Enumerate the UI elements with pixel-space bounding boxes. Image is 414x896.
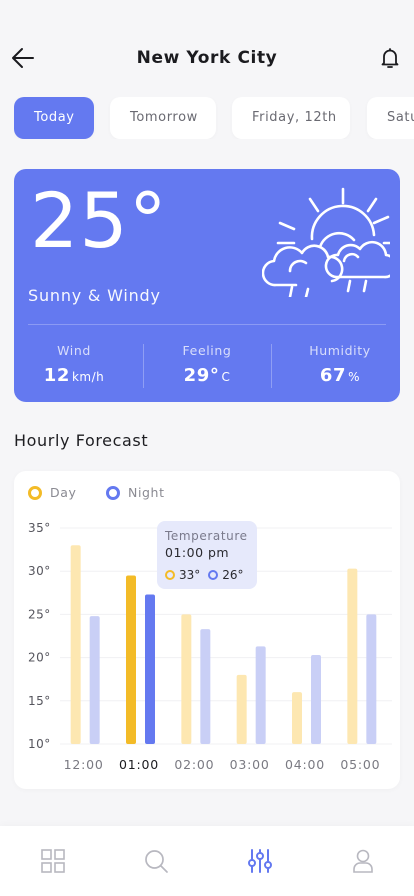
stat-value: 29° C (147, 365, 267, 386)
y-tick-label: 25° (28, 607, 51, 621)
x-tick-label: 12:00 (64, 757, 104, 772)
y-tick-label: 10° (28, 737, 51, 751)
y-tick-label: 35° (28, 521, 51, 535)
stat-unit: C (221, 370, 231, 384)
y-tick-label: 20° (28, 651, 51, 665)
tooltip-values: 33° 26° (165, 568, 249, 582)
hourly-chart-card: Day Night 35° 30° 25° 20° 15° 10° 12:00 01:00 02… (14, 471, 400, 789)
x-tick-label: 03:00 (230, 757, 270, 772)
current-temperature: 25° (30, 176, 168, 265)
nav-profile-button[interactable] (350, 848, 376, 874)
stat-wind: Wind 12 km/h (14, 343, 134, 386)
bell-icon (381, 48, 399, 68)
stat-label: Humidity (309, 343, 371, 358)
bar-night (366, 614, 377, 744)
day-tabs: Today Tomorrow Friday, 12th Saturday (14, 97, 414, 139)
stat-label: Wind (57, 343, 91, 358)
sun-behind-clouds-icon (262, 187, 390, 297)
x-tick-label: 05:00 (340, 757, 380, 772)
stat-divider (143, 344, 144, 388)
day-dot-icon (165, 570, 175, 580)
stat-unit: km/h (71, 370, 105, 384)
grid-icon (41, 849, 65, 873)
stat-value: 12 km/h (14, 365, 134, 386)
bar-night (311, 655, 321, 744)
card-divider (28, 324, 386, 325)
search-icon (145, 850, 168, 873)
hourly-bar-chart: 35° 30° 25° 20° 15° 10° 12:00 01:00 02:00 03:00 04… (28, 521, 392, 772)
x-tick-label: 02:00 (174, 757, 214, 772)
page-title: New York City (136, 48, 278, 68)
nav-dashboard-button[interactable] (40, 848, 66, 874)
bar-night (200, 629, 211, 744)
stat-feeling: Feeling 29° C (147, 343, 267, 386)
nav-filters-button[interactable] (247, 848, 273, 874)
stat-number: 29° (183, 365, 220, 386)
bar-day (181, 614, 192, 744)
bar-day (126, 575, 136, 744)
chart-tooltip: Temperature 01:00 pm 33° 26° (157, 521, 257, 589)
weather-condition: Sunny & Windy (28, 286, 161, 305)
tab-today[interactable]: Today (14, 97, 94, 139)
y-tick-label: 30° (28, 564, 51, 578)
y-tick-label: 15° (28, 694, 51, 708)
tooltip-night-value: 26° (222, 568, 244, 582)
tooltip-time: 01:00 pm (165, 545, 230, 560)
section-title-hourly: Hourly Forecast (14, 431, 149, 450)
user-icon (353, 849, 373, 873)
tab-tomorrow[interactable]: Tomorrow (110, 97, 216, 139)
bar-day (236, 674, 247, 744)
bar-day (347, 568, 358, 744)
stat-unit: % (348, 370, 361, 384)
nav-search-button[interactable] (143, 848, 169, 874)
stat-number: 67 (319, 365, 347, 386)
bar-night (145, 594, 155, 744)
sliders-icon (248, 849, 272, 873)
stat-humidity: Humidity 67% (280, 343, 400, 386)
current-weather-card: 25° Sunny & Windy Wind 12 km/h Feeling 2… (14, 169, 400, 402)
tooltip-title: Temperature (165, 529, 248, 543)
tab-saturday[interactable]: Saturday (367, 97, 414, 139)
bar-day (70, 545, 81, 744)
stat-divider (271, 344, 272, 388)
notification-button[interactable] (378, 46, 402, 70)
stat-number: 12 (43, 365, 70, 386)
x-tick-label: 04:00 (285, 757, 325, 772)
header: New York City (0, 40, 414, 76)
stat-value: 67% (280, 365, 400, 386)
tooltip-day-value: 33° (179, 568, 201, 582)
night-dot-icon (208, 570, 219, 580)
bar-day (292, 692, 302, 744)
stat-label: Feeling (182, 343, 232, 358)
bar-night (255, 646, 266, 744)
x-tick-label: 01:00 (119, 757, 159, 772)
tab-friday[interactable]: Friday, 12th (232, 97, 350, 139)
bar-night (89, 616, 100, 744)
bottom-nav (0, 826, 414, 896)
